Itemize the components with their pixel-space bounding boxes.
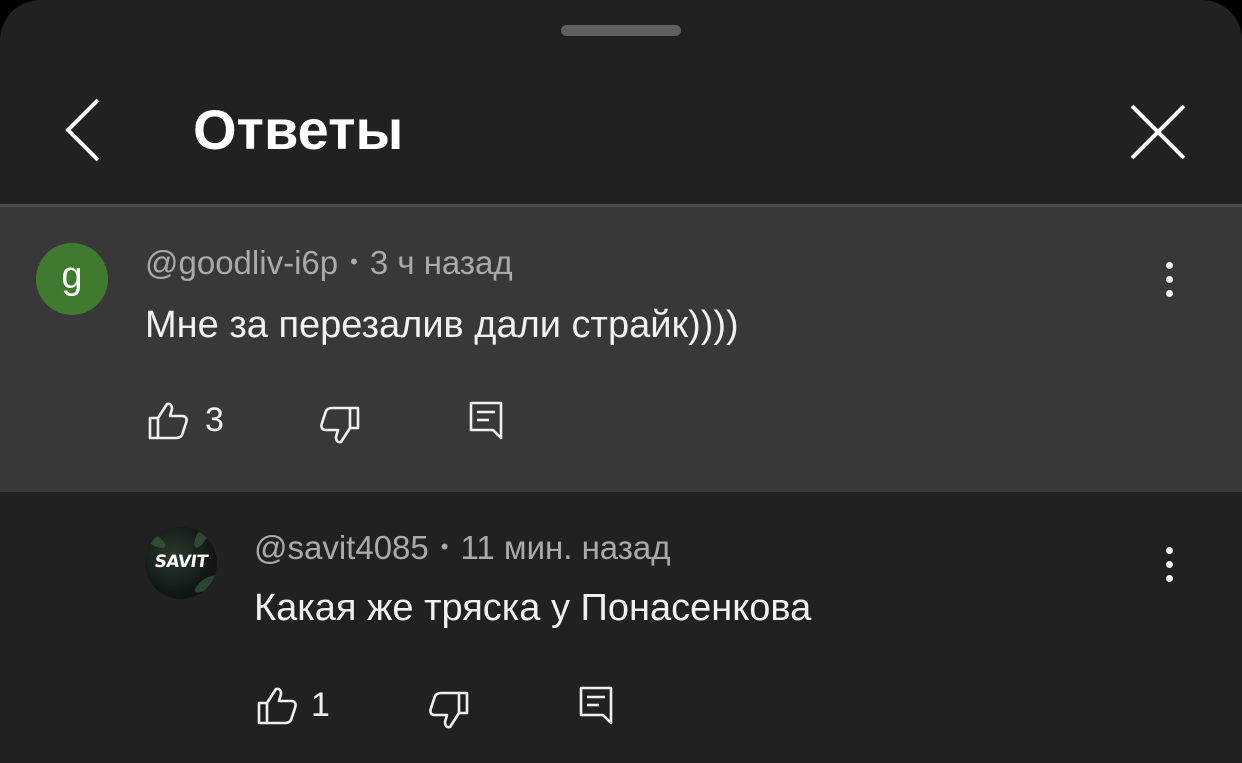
dislike-button[interactable] — [313, 400, 363, 450]
comment-author[interactable]: @goodliv-i6p — [145, 244, 338, 281]
close-icon — [1130, 104, 1186, 160]
replies-sheet: Ответы g @goodliv-i6p • 3 ч назад Мне за п… — [0, 0, 1242, 763]
like-count: 1 — [311, 686, 330, 724]
reply-comment: SAVIT @savit4085 • 11 мин. назад Какая же … — [0, 492, 1242, 763]
like-button[interactable] — [145, 396, 195, 446]
avatar-logo: SAVIT — [153, 552, 209, 572]
page-title: Ответы — [193, 98, 404, 161]
thumbs-up-icon — [148, 402, 188, 440]
back-button[interactable] — [52, 90, 122, 170]
more-vertical-icon — [1166, 262, 1173, 269]
comment-icon — [469, 401, 503, 440]
drag-handle[interactable] — [561, 25, 681, 36]
comment-menu-button[interactable] — [1154, 254, 1184, 304]
comment-time: 11 мин. назад — [460, 529, 671, 566]
replies-header: Ответы — [0, 60, 1242, 205]
comment-text: Мне за перезалив дали страйк)))) — [145, 304, 739, 346]
close-button[interactable] — [1118, 92, 1198, 172]
avatar[interactable]: SAVIT — [145, 527, 217, 599]
dislike-button[interactable] — [422, 685, 472, 735]
reply-button[interactable] — [465, 400, 515, 450]
like-count: 3 — [205, 401, 224, 439]
meta-separator: • — [350, 249, 358, 274]
comment-icon — [579, 686, 613, 725]
thumbs-up-icon — [257, 687, 297, 725]
comment-meta: @goodliv-i6p • 3 ч назад — [145, 243, 513, 287]
avatar-decoration — [145, 529, 168, 551]
comment-author[interactable]: @savit4085 — [254, 529, 429, 566]
comment-menu-button[interactable] — [1154, 539, 1184, 589]
comment-time: 3 ч назад — [369, 244, 513, 281]
comment-text: Какая же тряска у Понасенкова — [254, 587, 812, 629]
reply-button[interactable] — [575, 685, 625, 735]
avatar[interactable]: g — [36, 243, 108, 315]
thumbs-down-icon — [320, 406, 360, 444]
parent-comment: g @goodliv-i6p • 3 ч назад Мне за перезали… — [0, 207, 1242, 492]
chevron-left-icon — [65, 98, 100, 162]
comment-meta: @savit4085 • 11 мин. назад — [254, 528, 671, 572]
more-vertical-icon — [1166, 547, 1173, 554]
thumbs-down-icon — [429, 691, 469, 729]
meta-separator: • — [440, 534, 449, 559]
like-button[interactable] — [254, 681, 304, 731]
